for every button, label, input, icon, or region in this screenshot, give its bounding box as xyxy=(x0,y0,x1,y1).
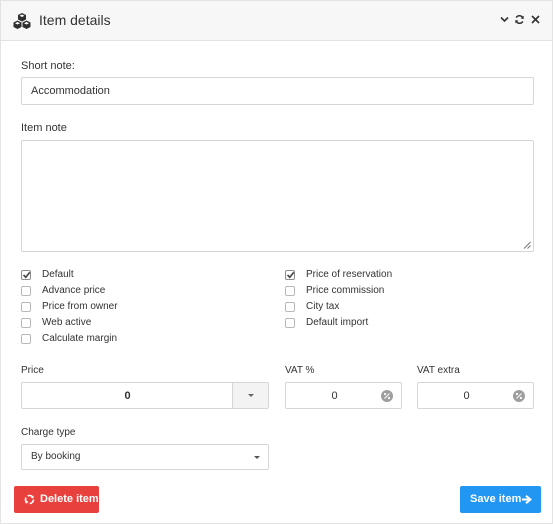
close-icon[interactable] xyxy=(530,14,541,25)
item-note-textarea[interactable] xyxy=(21,140,534,252)
chevron-down-icon[interactable] xyxy=(499,14,510,25)
percent-icon xyxy=(513,390,525,402)
checkbox-box[interactable] xyxy=(21,270,31,280)
vat-extra-value: 0 xyxy=(463,390,470,402)
delete-item-label: Delete item xyxy=(40,493,99,505)
checkbox-label: Price from owner xyxy=(42,301,118,312)
price-dropdown-button[interactable] xyxy=(232,382,269,409)
checkbox-box[interactable] xyxy=(285,270,295,280)
caret-down-icon xyxy=(254,456,260,459)
checkbox-label: Web active xyxy=(42,317,92,328)
vat-value: 0 xyxy=(331,390,338,402)
checkmark-icon xyxy=(286,271,295,279)
caret-down-icon xyxy=(248,394,254,397)
short-note-input[interactable]: Accommodation xyxy=(21,77,534,105)
checkbox-box[interactable] xyxy=(21,318,31,328)
checkbox-box[interactable] xyxy=(285,302,295,312)
checkbox-label: City tax xyxy=(306,301,340,312)
save-item-button[interactable]: Save item xyxy=(460,486,541,513)
item-details-panel: Item details Short note: Accommodation I… xyxy=(0,0,553,524)
price-label: Price xyxy=(21,365,44,376)
panel-title: Item details xyxy=(39,12,111,28)
percent-icon xyxy=(381,390,393,402)
arrow-right-icon xyxy=(522,495,532,504)
refresh-icon[interactable] xyxy=(514,14,525,25)
vat-extra-label: VAT extra xyxy=(417,365,460,376)
checkbox-box[interactable] xyxy=(285,318,295,328)
charge-type-select[interactable]: By booking xyxy=(21,444,269,470)
checkbox-box[interactable] xyxy=(21,302,31,312)
charge-type-label: Charge type xyxy=(21,427,76,438)
checkbox-label: Advance price xyxy=(42,285,106,296)
vat-input[interactable]: 0 xyxy=(285,382,402,409)
checkmark-icon xyxy=(22,271,31,279)
item-note-label: Item note xyxy=(21,122,67,134)
price-input[interactable]: 0 xyxy=(21,382,233,409)
resize-grip-icon[interactable] xyxy=(523,241,531,249)
checkbox-label: Default import xyxy=(306,317,369,328)
checkbox-label: Price commission xyxy=(306,285,385,296)
checkbox-label: Default xyxy=(42,269,74,280)
panel-header: Item details xyxy=(1,1,552,41)
vat-label: VAT % xyxy=(285,365,315,376)
short-note-label: Short note: xyxy=(21,60,75,72)
checkbox-box[interactable] xyxy=(21,334,31,344)
checkbox-box[interactable] xyxy=(21,286,31,296)
charge-type-value: By booking xyxy=(31,451,81,462)
cubes-icon xyxy=(13,13,31,29)
checkbox-label: Price of reservation xyxy=(306,269,393,280)
delete-item-button[interactable]: Delete item xyxy=(14,486,99,513)
checkbox-label: Calculate margin xyxy=(42,333,118,344)
checkbox-box[interactable] xyxy=(285,286,295,296)
save-item-label: Save item xyxy=(470,493,522,505)
vat-extra-input[interactable]: 0 xyxy=(417,382,534,409)
recycle-icon xyxy=(24,494,35,505)
